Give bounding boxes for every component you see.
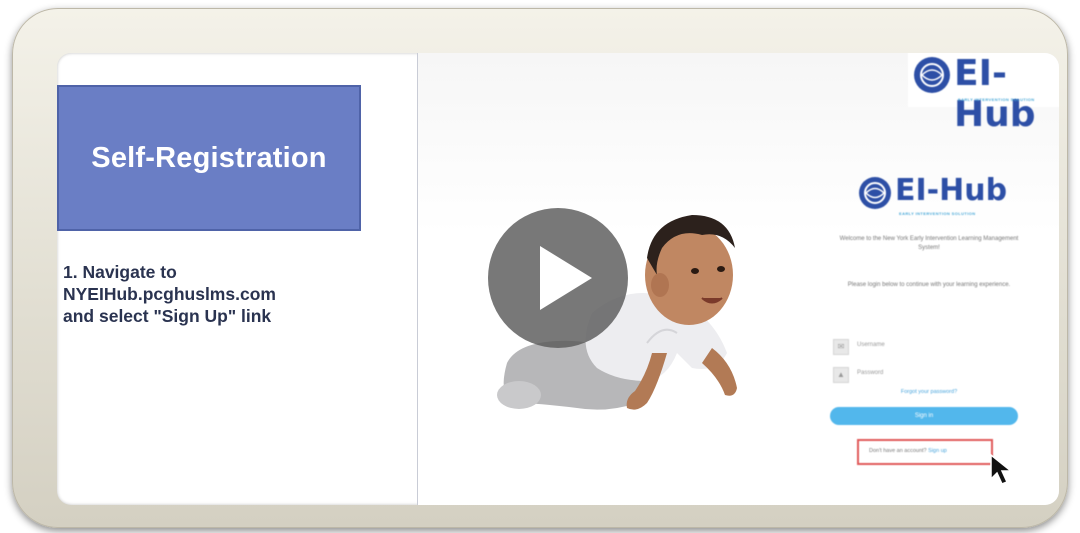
password-input[interactable]: Password	[857, 370, 1017, 376]
welcome-text: Welcome to the New York Early Interventi…	[839, 236, 1019, 251]
password-field[interactable]: ▲ Password	[833, 367, 1023, 383]
signup-row: Don't have an account? Sign up	[869, 448, 947, 454]
slide-title-box: Self-Registration	[57, 85, 361, 231]
play-button[interactable]	[488, 208, 628, 348]
corner-logo-text: EI-Hub	[954, 53, 1036, 135]
video-screen[interactable]: Self-Registration 1. Navigate to NYEIHub…	[57, 53, 1059, 505]
slide-title: Self-Registration	[91, 141, 327, 174]
corner-logo-tagline: EARLY INTERVENTION SOLUTION	[958, 97, 1035, 102]
login-card: EI-Hub EARLY INTERVENTION SOLUTION Welco…	[829, 171, 1029, 491]
username-input[interactable]: Username	[857, 342, 1017, 348]
signup-prompt: Don't have an account?	[869, 448, 927, 454]
video-content-area: EI-Hub EARLY INTERVENTION SOLUTION EI-Hu…	[418, 53, 1059, 505]
username-field[interactable]: ✉ Username	[833, 339, 1023, 355]
login-logo-tagline: EARLY INTERVENTION SOLUTION	[899, 211, 976, 216]
login-logo-globe-icon	[859, 177, 891, 209]
signup-link[interactable]: Sign up	[928, 448, 947, 454]
user-icon: ✉	[833, 339, 849, 355]
signup-highlight-box: Don't have an account? Sign up	[857, 439, 993, 465]
corner-logo: EI-Hub EARLY INTERVENTION SOLUTION	[908, 53, 1059, 135]
forgot-password-link[interactable]: Forgot your password?	[829, 389, 1029, 395]
login-logo-text: EI-Hub	[895, 173, 1008, 208]
video-frame: Self-Registration 1. Navigate to NYEIHub…	[12, 8, 1068, 528]
signin-button[interactable]: Sign in	[830, 407, 1018, 425]
play-icon	[540, 246, 592, 310]
step-instructions: 1. Navigate to NYEIHub.pcghuslms.com and…	[63, 262, 276, 326]
mouse-pointer-icon	[990, 453, 1014, 485]
logo-globe-icon	[914, 57, 950, 93]
lock-icon: ▲	[833, 367, 849, 383]
login-instructions: Please login below to continue with your…	[847, 282, 1011, 288]
